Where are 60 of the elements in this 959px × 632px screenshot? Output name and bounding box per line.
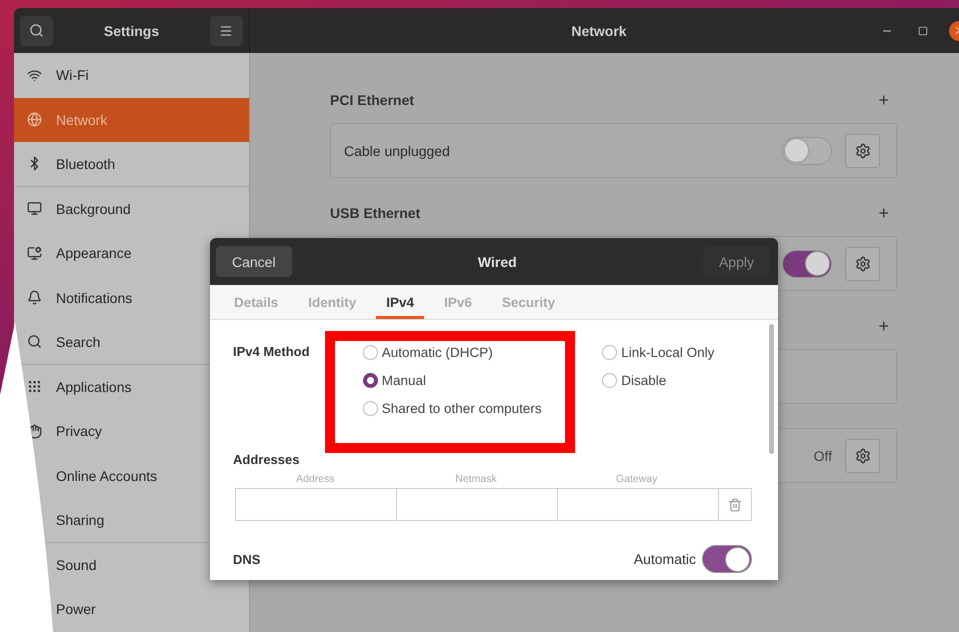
settings-button[interactable] xyxy=(845,246,880,280)
toggle-switch[interactable] xyxy=(782,250,832,278)
toggle-switch[interactable] xyxy=(702,545,752,573)
column-header: Netmask xyxy=(454,473,498,485)
address-input[interactable] xyxy=(235,488,396,521)
menu-icon xyxy=(219,24,234,38)
grid-icon xyxy=(26,379,42,394)
window-title: Network xyxy=(571,22,627,38)
gear-icon xyxy=(854,142,870,158)
monitor-icon xyxy=(26,201,42,216)
search-icon xyxy=(26,334,42,350)
sidebar-item[interactable]: Applications xyxy=(14,364,249,409)
gear-icon xyxy=(854,256,870,272)
settings-button[interactable] xyxy=(845,438,880,472)
settings-button[interactable] xyxy=(845,134,880,168)
radio-button[interactable] xyxy=(602,372,618,388)
radio-option[interactable]: Manual xyxy=(362,366,602,394)
radio-button[interactable] xyxy=(602,344,618,360)
dialog-title: Wired xyxy=(478,254,517,270)
menu-button[interactable] xyxy=(210,16,243,46)
automatic-label: Automatic xyxy=(634,551,696,567)
address-input[interactable] xyxy=(396,488,557,521)
search-button[interactable] xyxy=(20,16,53,46)
column-header: Gateway xyxy=(614,473,658,485)
radio-option[interactable]: Link-Local Only xyxy=(602,338,752,366)
apply-button[interactable]: Apply xyxy=(702,246,770,277)
add-button[interactable]: + xyxy=(878,202,889,224)
radio-option[interactable]: Shared to other computers xyxy=(362,394,602,422)
section-title: PCI Ethernet xyxy=(330,92,414,108)
column-header: Address xyxy=(295,473,336,485)
bell-icon xyxy=(26,290,42,306)
toggle-switch[interactable] xyxy=(782,136,832,164)
cancel-button[interactable]: Cancel xyxy=(216,246,292,277)
trash-icon xyxy=(728,498,742,512)
sidebar-item[interactable]: Bluetooth xyxy=(14,142,249,186)
radio-button[interactable] xyxy=(362,372,378,388)
radio-button[interactable] xyxy=(362,344,378,360)
gear-icon xyxy=(854,448,870,464)
radio-button[interactable] xyxy=(362,400,378,416)
maximize-icon xyxy=(918,26,928,36)
dns-title: DNS xyxy=(233,552,260,566)
sidebar-item[interactable]: Wi-Fi xyxy=(14,53,249,98)
add-button[interactable]: + xyxy=(878,90,889,110)
sidebar-item[interactable]: Background xyxy=(14,186,249,231)
tab[interactable]: IPv4 xyxy=(376,285,424,319)
addresses-title: Addresses xyxy=(233,452,300,467)
proxy-status: Off xyxy=(814,448,832,464)
connection-status: Cable unplugged xyxy=(344,142,450,158)
delete-button[interactable] xyxy=(718,488,752,521)
section-title: USB Ethernet xyxy=(330,205,420,221)
scrollbar[interactable] xyxy=(769,324,774,454)
radio-option[interactable]: Disable xyxy=(602,366,752,394)
address-input[interactable] xyxy=(557,488,718,521)
monitor-icon xyxy=(26,246,42,261)
radio-option[interactable]: Automatic (DHCP) xyxy=(362,338,602,366)
app-title: Settings xyxy=(104,22,160,38)
add-button[interactable]: + xyxy=(878,316,889,336)
search-icon xyxy=(29,23,44,38)
globe-icon xyxy=(26,112,42,128)
wifi-icon xyxy=(26,68,42,83)
